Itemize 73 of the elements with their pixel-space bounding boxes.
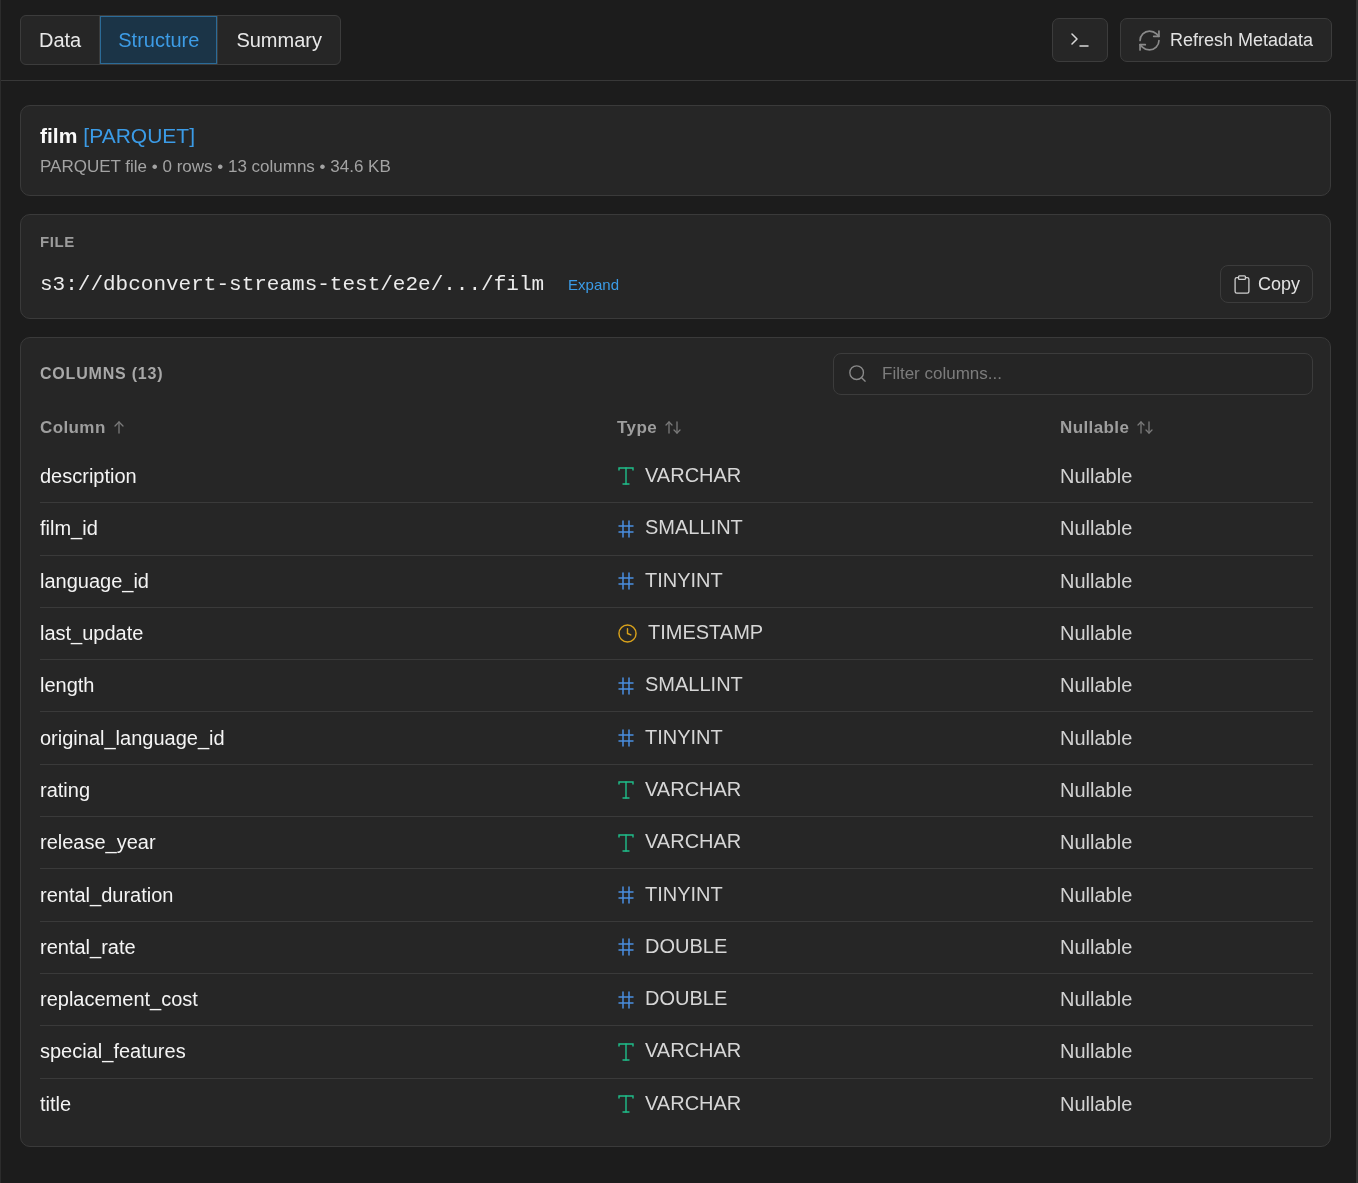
column-name: rental_rate: [40, 935, 136, 959]
nullable-label: Nullable: [1060, 831, 1133, 855]
clipboard-icon: [1233, 274, 1250, 294]
column-name: special_features: [40, 1040, 186, 1064]
sortable-column-header[interactable]: Nullable: [1060, 417, 1154, 438]
text-type-icon: [618, 1042, 634, 1061]
search-icon: [849, 365, 866, 382]
nullable-label: Nullable: [1060, 569, 1133, 593]
hash-icon: [618, 729, 634, 748]
filter-field[interactable]: Filter columns...: [833, 353, 1313, 395]
tab[interactable]: Summary: [217, 16, 340, 64]
nullable-label: Nullable: [1060, 1040, 1133, 1064]
column-name: title: [40, 1092, 72, 1116]
nullable-label: Nullable: [1060, 674, 1133, 698]
text-type-icon: [618, 833, 634, 852]
terminal-icon: [1070, 33, 1089, 47]
data-type: VARCHAR: [645, 463, 742, 487]
section-label: FILE: [40, 233, 76, 251]
column-name: original_language_id: [40, 726, 225, 750]
column-name: last_update: [40, 622, 144, 646]
terminal-button[interactable]: [1051, 18, 1108, 62]
nullable-label: Nullable: [1060, 883, 1133, 907]
text-type-icon: [618, 781, 634, 800]
tab[interactable]: Structure: [99, 16, 218, 64]
data-type: DOUBLE: [645, 934, 728, 958]
data-type: TINYINT: [645, 568, 723, 592]
hash-icon: [618, 990, 634, 1009]
hash-icon: [618, 519, 634, 538]
hash-icon: [618, 886, 634, 904]
nullable-label: Nullable: [1060, 464, 1133, 488]
data-type: VARCHAR: [645, 1039, 742, 1063]
expand-link[interactable]: Expand: [568, 275, 619, 293]
data-type: TIMESTAMP: [648, 621, 764, 645]
clock-icon: [618, 624, 637, 644]
nullable-label: Nullable: [1060, 935, 1133, 959]
nullable-label: Nullable: [1060, 726, 1133, 750]
nullable-label: Nullable: [1060, 778, 1133, 802]
column-name: replacement_cost: [40, 988, 198, 1012]
data-type: VARCHAR: [645, 777, 742, 801]
column-name: release_year: [40, 831, 156, 855]
sortable-column-header[interactable]: Column: [40, 417, 124, 438]
data-type: SMALLINT: [645, 673, 743, 697]
data-type: VARCHAR: [645, 1091, 742, 1115]
file-meta: PARQUET file • 0 rows • 13 columns • 34.6 KB: [40, 156, 392, 178]
refresh-icon: [1138, 29, 1160, 51]
text-type-icon: [618, 1095, 634, 1114]
text-type-icon: [618, 467, 634, 486]
data-type: TINYINT: [645, 882, 723, 906]
column-name: length: [40, 674, 95, 698]
nullable-label: Nullable: [1060, 622, 1133, 646]
nullable-label: Nullable: [1060, 1092, 1133, 1116]
format-tag: [PARQUET]: [83, 121, 195, 151]
copy-button[interactable]: Copy: [1219, 265, 1313, 303]
sortable-column-header[interactable]: Type: [617, 417, 682, 438]
column-name: rental_duration: [40, 883, 174, 907]
data-type: TINYINT: [645, 725, 723, 749]
column-name: film_id: [40, 517, 98, 541]
column-name: description: [40, 464, 137, 488]
column-name: rating: [40, 778, 91, 802]
data-type: SMALLINT: [645, 516, 743, 540]
tab[interactable]: Data: [21, 16, 100, 64]
section-label: COLUMNS (13): [40, 365, 164, 383]
file-path: s3://dbconvert-streams-test/e2e/.../film: [40, 272, 545, 296]
nullable-label: Nullable: [1060, 988, 1133, 1012]
data-type: VARCHAR: [645, 830, 742, 854]
hash-icon: [618, 572, 634, 591]
hash-icon: [618, 676, 634, 695]
refresh-button[interactable]: Refresh Metadata: [1119, 18, 1332, 62]
table-name: film: [40, 123, 78, 149]
column-name: language_id: [40, 569, 149, 593]
nullable-label: Nullable: [1060, 517, 1133, 541]
hash-icon: [618, 938, 634, 957]
data-type: DOUBLE: [645, 987, 728, 1011]
